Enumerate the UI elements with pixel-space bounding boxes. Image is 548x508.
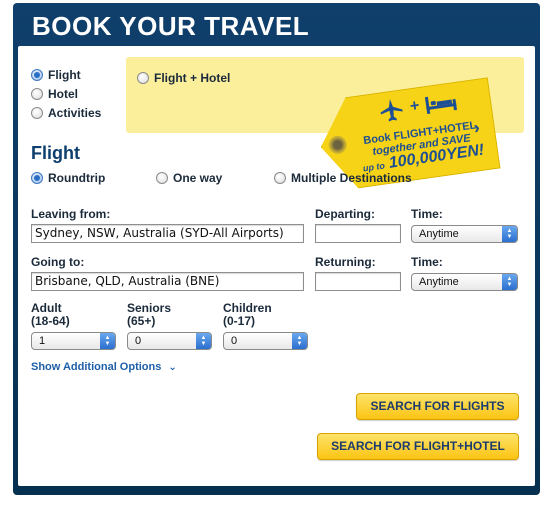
radio-label: Roundtrip xyxy=(48,171,106,185)
radio-one-way[interactable]: One way xyxy=(156,171,222,185)
plus-icon: + xyxy=(408,97,421,116)
search-flight-hotel-button[interactable]: SEARCH FOR FLIGHT+HOTEL xyxy=(317,433,519,460)
radio-label: Flight xyxy=(48,68,81,82)
booking-form: Flight Hotel Activities Flight + Hotel +… xyxy=(18,46,535,486)
radio-flight-hotel[interactable]: Flight + Hotel xyxy=(137,71,230,85)
radio-activities[interactable]: Activities xyxy=(31,106,101,120)
bed-icon xyxy=(425,96,458,114)
link-label: Show Additional Options xyxy=(31,361,162,373)
going-to-label: Going to: xyxy=(31,255,85,269)
search-flights-button[interactable]: SEARCH FOR FLIGHTS xyxy=(356,393,519,420)
leaving-from-label: Leaving from: xyxy=(31,207,111,221)
return-time-label: Time: xyxy=(411,255,443,269)
select-value: 0 xyxy=(135,335,142,347)
radio-button-icon xyxy=(156,172,168,184)
radio-button-icon xyxy=(31,88,43,100)
going-to-input[interactable]: Brisbane, QLD, Australia (BNE) xyxy=(31,272,304,291)
radio-flight[interactable]: Flight xyxy=(31,68,81,82)
leaving-from-input[interactable]: Sydney, NSW, Australia (SYD-All Airports… xyxy=(31,224,304,243)
departure-time-select[interactable]: Anytime ▲ ▼ xyxy=(411,225,518,243)
return-time-select[interactable]: Anytime ▲ ▼ xyxy=(411,273,518,291)
adult-count-select[interactable]: 1 ▲ ▼ xyxy=(31,332,116,350)
children-range-text: (0-17) xyxy=(223,314,256,328)
double-chevron-down-icon: ⌄ xyxy=(168,362,177,373)
booking-panel: BOOK YOUR TRAVEL Flight Hotel Activities… xyxy=(13,3,540,495)
departing-date-input[interactable] xyxy=(315,224,401,243)
radio-label: One way xyxy=(173,171,223,185)
departure-time-label: Time: xyxy=(411,207,443,221)
select-arrows-icon: ▲ ▼ xyxy=(292,333,307,349)
radio-multiple-destinations[interactable]: Multiple Destinations xyxy=(274,171,412,185)
show-additional-options-link[interactable]: Show Additional Options ⌄ xyxy=(31,361,177,373)
radio-button-icon xyxy=(31,107,43,119)
radio-hotel[interactable]: Hotel xyxy=(31,87,78,101)
seniors-range-text: (65+) xyxy=(127,314,156,328)
section-heading: Flight xyxy=(31,143,80,163)
select-arrows-icon: ▲ ▼ xyxy=(196,333,211,349)
select-arrows-icon: ▲ ▼ xyxy=(502,274,517,290)
returning-date-input[interactable] xyxy=(315,272,401,291)
adult-range-text: (18-64) xyxy=(31,314,70,328)
select-value: 0 xyxy=(231,335,238,347)
radio-label: Flight + Hotel xyxy=(154,71,231,85)
radio-label: Multiple Destinations xyxy=(291,171,412,185)
radio-button-icon xyxy=(31,172,43,184)
children-label: Children (0-17) xyxy=(223,302,272,328)
radio-label: Hotel xyxy=(48,87,78,101)
seniors-count-select[interactable]: 0 ▲ ▼ xyxy=(127,332,212,350)
returning-label: Returning: xyxy=(315,255,376,269)
adult-label: Adult (18-64) xyxy=(31,302,70,328)
select-value: Anytime xyxy=(419,276,459,288)
radio-button-icon xyxy=(274,172,286,184)
departing-label: Departing: xyxy=(315,207,375,221)
children-count-select[interactable]: 0 ▲ ▼ xyxy=(223,332,308,350)
seniors-label: Seniors (65+) xyxy=(127,302,171,328)
radio-button-icon xyxy=(31,69,43,81)
radio-roundtrip[interactable]: Roundtrip xyxy=(31,171,105,185)
airplane-icon xyxy=(380,99,403,122)
select-arrows-icon: ▲ ▼ xyxy=(502,226,517,242)
radio-label: Activities xyxy=(48,106,102,120)
select-value: Anytime xyxy=(419,228,459,240)
radio-button-icon xyxy=(137,72,149,84)
select-value: 1 xyxy=(39,335,46,347)
select-arrows-icon: ▲ ▼ xyxy=(100,333,115,349)
page-title: BOOK YOUR TRAVEL xyxy=(32,11,310,41)
